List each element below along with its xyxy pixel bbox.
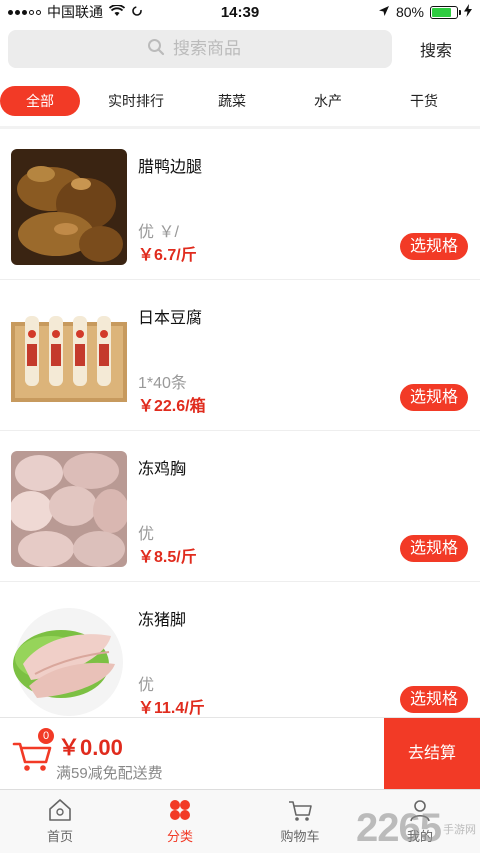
product-name: 冻鸡胸 (138, 461, 187, 478)
home-icon (49, 799, 71, 821)
status-bar: 中国联通 14:39 80% (0, 0, 480, 24)
product-spec: 优 ￥/ (138, 224, 179, 241)
product-price: ￥6.7/斤 (138, 247, 197, 264)
search-field[interactable] (8, 30, 392, 68)
product-name: 腊鸭边腿 (138, 159, 203, 176)
tofu-image[interactable] (11, 300, 127, 416)
charging-icon (464, 4, 472, 20)
select-spec-button[interactable]: 选规格 (400, 233, 468, 260)
pork-trotter-image[interactable] (11, 602, 127, 717)
cart-count-badge: 0 (38, 728, 54, 744)
category-tabs: 全部 实时排行 蔬菜 水产 干货 (0, 82, 480, 120)
tabbar-label: 购物车 (280, 829, 320, 844)
search-icon (147, 38, 165, 61)
signal-icon (8, 9, 41, 15)
product-price: ￥22.6/箱 (138, 398, 206, 415)
product-name: 日本豆腐 (138, 310, 203, 327)
select-spec-button[interactable]: 选规格 (400, 686, 468, 713)
list-item[interactable]: 冻鸡胸 优 ￥8.5/斤 选规格 (0, 431, 480, 582)
list-item[interactable]: 冻猪脚 优 ￥11.4/斤 选规格 (0, 582, 480, 717)
search-input[interactable] (173, 39, 253, 59)
tab-dried-goods[interactable]: 干货 (376, 86, 472, 116)
watermark-site: 手游网 (443, 823, 476, 836)
product-list: 腊鸭边腿 优 ￥/ ￥6.7/斤 选规格 日本豆腐 1*40条 ￥22.6/箱 … (0, 129, 480, 717)
select-spec-button[interactable]: 选规格 (400, 535, 468, 562)
product-spec: 1*40条 (138, 375, 187, 392)
location-icon (378, 4, 390, 20)
search-button[interactable]: 搜索 (400, 37, 472, 61)
cured-duck-image[interactable] (11, 149, 127, 265)
checkout-button[interactable]: 去结算 (384, 718, 480, 790)
search-bar: 搜索 (0, 24, 480, 74)
delivery-note: 满59减免配送费 (56, 765, 163, 782)
chicken-breast-image[interactable] (11, 451, 127, 567)
tabbar-label: 分类 (166, 829, 193, 844)
product-price: ￥11.4/斤 (138, 700, 205, 717)
tabbar-item-cart[interactable]: 购物车 (240, 790, 360, 853)
tabbar-item-home[interactable]: 首页 (0, 790, 120, 853)
cart-bar: 0 ￥0.00 满59减免配送费 去结算 (0, 717, 480, 790)
sync-icon (131, 4, 143, 20)
cart-icon (289, 801, 312, 821)
wifi-icon (108, 4, 126, 20)
list-item[interactable]: 腊鸭边腿 优 ￥/ ￥6.7/斤 选规格 (0, 129, 480, 280)
category-icon (170, 800, 190, 820)
product-name: 冻猪脚 (138, 612, 187, 629)
carrier-label: 中国联通 (47, 4, 103, 20)
tab-ranking[interactable]: 实时排行 (88, 86, 184, 116)
watermark-number: 2265 (356, 806, 442, 850)
product-price: ￥8.5/斤 (138, 549, 197, 566)
tab-vegetables[interactable]: 蔬菜 (184, 86, 280, 116)
tab-seafood[interactable]: 水产 (280, 86, 376, 116)
product-spec: 优 (138, 526, 155, 543)
select-spec-button[interactable]: 选规格 (400, 384, 468, 411)
battery-icon (430, 5, 461, 19)
list-item[interactable]: 日本豆腐 1*40条 ￥22.6/箱 选规格 (0, 280, 480, 431)
battery-percent: 80% (395, 4, 424, 20)
tab-all[interactable]: 全部 (0, 86, 80, 116)
watermark-logo: 2265 手游网 (356, 806, 476, 851)
cart-total: ￥0.00 (58, 735, 123, 760)
product-spec: 优 (138, 677, 155, 694)
tabbar-label: 首页 (46, 829, 73, 844)
tabbar-item-category[interactable]: 分类 (120, 790, 240, 853)
